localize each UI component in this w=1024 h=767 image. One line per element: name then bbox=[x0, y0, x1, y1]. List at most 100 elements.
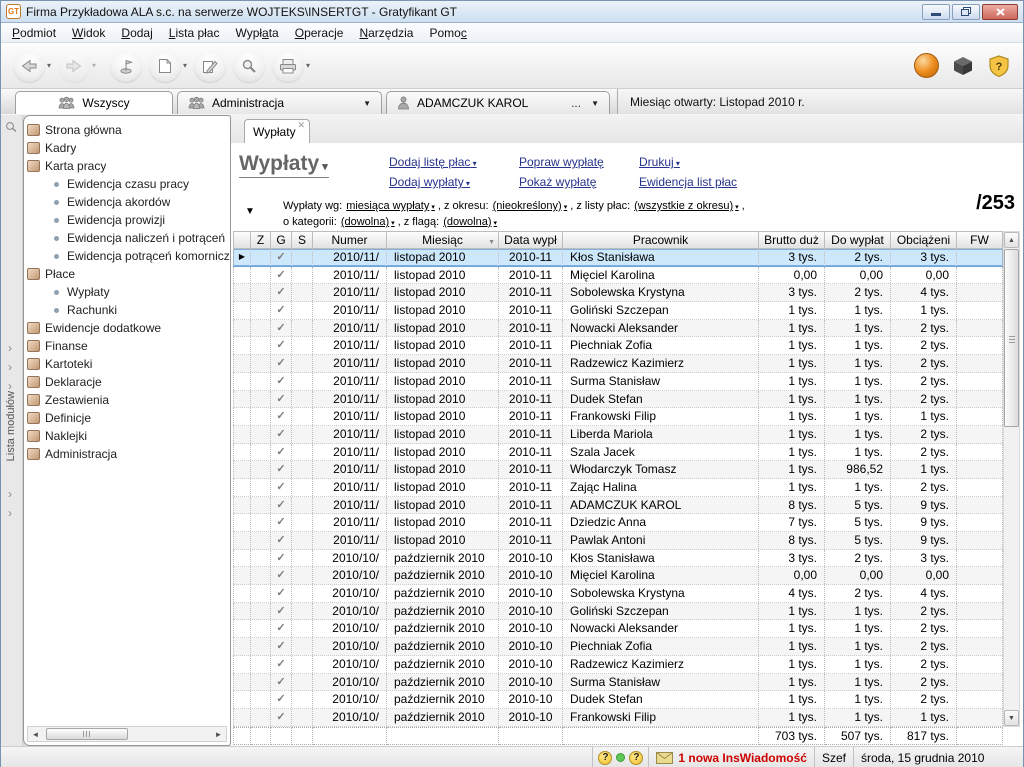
dropdown-caret-icon[interactable]: ▾ bbox=[92, 61, 96, 70]
restore-button[interactable] bbox=[952, 4, 980, 20]
help-question-icon[interactable]: ? bbox=[629, 751, 643, 765]
close-button[interactable] bbox=[982, 4, 1018, 20]
table-row[interactable]: ✓2010/11/listopad 20102010-11Dziedzic An… bbox=[233, 514, 1003, 532]
scrollbar-thumb[interactable] bbox=[46, 728, 128, 740]
table-row[interactable]: ✓2010/11/listopad 20102010-11Goliński Sz… bbox=[233, 302, 1003, 320]
nav-forward-button[interactable]: ▾ bbox=[58, 50, 96, 82]
help-question-icon[interactable]: ? bbox=[598, 751, 612, 765]
close-tab-icon[interactable]: ✕ bbox=[297, 121, 305, 130]
module-item-administracja[interactable]: Administracja bbox=[24, 445, 230, 463]
column-header-pracownik[interactable]: Pracownik bbox=[563, 231, 759, 249]
table-row[interactable]: ✓2010/10/październik 20102010-10Surma St… bbox=[233, 674, 1003, 692]
module-item-strona-główna[interactable]: Strona główna bbox=[24, 121, 230, 139]
column-header-z[interactable]: Z bbox=[251, 231, 271, 249]
minimize-button[interactable] bbox=[922, 4, 950, 20]
cube-icon[interactable] bbox=[951, 54, 975, 78]
column-header-numer[interactable]: Numer bbox=[313, 231, 387, 249]
table-row[interactable]: ✓2010/10/październik 20102010-10Nowacki … bbox=[233, 620, 1003, 638]
page-title[interactable]: Wypłaty ▾ bbox=[239, 152, 329, 178]
message-segment[interactable]: 1 nowa InsWiadomość bbox=[648, 747, 814, 767]
menu-item-dodaj[interactable]: Dodaj bbox=[113, 26, 160, 40]
column-header-miesiac[interactable]: Miesiąc▼ bbox=[387, 231, 499, 249]
table-row[interactable]: ✓2010/10/październik 20102010-10Kłos Sta… bbox=[233, 550, 1003, 568]
view-tab-administracja[interactable]: Administracja▼ bbox=[177, 91, 382, 114]
scroll-right-button[interactable]: ► bbox=[211, 730, 226, 739]
table-row[interactable]: ✓2010/11/listopad 20102010-11Pawlak Anto… bbox=[233, 532, 1003, 550]
column-header-brutto[interactable]: Brutto duż bbox=[759, 231, 825, 249]
module-item-deklaracje[interactable]: Deklaracje bbox=[24, 373, 230, 391]
menu-item-pomoc[interactable]: Pomoc bbox=[421, 26, 474, 40]
dropdown-caret-icon[interactable]: ▾ bbox=[183, 61, 187, 70]
chevron-right-icon[interactable]: › bbox=[8, 341, 12, 355]
module-subitem-ewidencja-czasu-pracy[interactable]: Ewidencja czasu pracy bbox=[24, 175, 230, 193]
action-link-dodaj-wypłaty[interactable]: Dodaj wypłaty ▾ bbox=[389, 175, 501, 189]
module-panel-hscrollbar[interactable]: ◄ ► bbox=[27, 726, 227, 742]
table-row[interactable]: ✓2010/11/listopad 20102010-11Liberda Mar… bbox=[233, 426, 1003, 444]
table-row[interactable]: ✓2010/11/listopad 20102010-11Włodarczyk … bbox=[233, 461, 1003, 479]
filter-link-dowolna[interactable]: (dowolna)▾ bbox=[341, 216, 395, 228]
edit-button[interactable] bbox=[194, 50, 226, 82]
table-row[interactable]: ✓2010/11/listopad 20102010-11Mięciel Kar… bbox=[233, 267, 1003, 285]
table-row[interactable]: ✓2010/11/listopad 20102010-11Radzewicz K… bbox=[233, 355, 1003, 373]
scrollbar-thumb[interactable] bbox=[1004, 249, 1019, 427]
shield-help-icon[interactable]: ? bbox=[987, 54, 1011, 78]
filter-link-miesiąca-wypłaty[interactable]: miesiąca wypłaty▾ bbox=[346, 200, 435, 212]
action-link-ewidencja-list-płac[interactable]: Ewidencja list płac bbox=[639, 175, 737, 189]
module-item-zestawienia[interactable]: Zestawienia bbox=[24, 391, 230, 409]
module-subitem-ewidencja-prowizji[interactable]: Ewidencja prowizji bbox=[24, 211, 230, 229]
menu-item-operacje[interactable]: Operacje bbox=[287, 26, 352, 40]
scroll-down-button[interactable]: ▼ bbox=[1004, 710, 1019, 726]
view-tab-wszyscy[interactable]: Wszyscy bbox=[15, 91, 173, 114]
module-subitem-wypłaty[interactable]: Wypłaty bbox=[24, 283, 230, 301]
table-row[interactable]: ✓2010/11/listopad 20102010-11Zając Halin… bbox=[233, 479, 1003, 497]
new-message-text[interactable]: 1 nowa InsWiadomość bbox=[678, 751, 807, 765]
filter-link-nieokreślony[interactable]: (nieokreślony)▾ bbox=[493, 200, 568, 212]
table-row[interactable]: ✓2010/10/październik 20102010-10Frankows… bbox=[233, 709, 1003, 727]
action-link-drukuj[interactable]: Drukuj ▾ bbox=[639, 155, 737, 169]
table-row[interactable]: ▶✓2010/11/listopad 20102010-11Kłos Stani… bbox=[233, 249, 1003, 267]
menu-item-wypłata[interactable]: Wypłata bbox=[227, 26, 286, 40]
filter-collapse-icon[interactable]: ▼ bbox=[245, 206, 255, 217]
new-document-button[interactable]: ▾ bbox=[149, 50, 187, 82]
module-item-płace[interactable]: Płace bbox=[24, 265, 230, 283]
view-tab-adamczuk-karol[interactable]: ADAMCZUK KAROL...▼ bbox=[386, 91, 610, 114]
module-item-naklejki[interactable]: Naklejki bbox=[24, 427, 230, 445]
column-header-s[interactable]: S bbox=[292, 231, 313, 249]
globe-icon[interactable] bbox=[914, 53, 939, 78]
module-item-kadry[interactable]: Kadry bbox=[24, 139, 230, 157]
table-row[interactable]: ✓2010/11/listopad 20102010-11Szala Jacek… bbox=[233, 444, 1003, 462]
module-item-finanse[interactable]: Finanse bbox=[24, 337, 230, 355]
module-item-ewidencje-dodatkowe[interactable]: Ewidencje dodatkowe bbox=[24, 319, 230, 337]
dropdown-caret-icon[interactable]: ▾ bbox=[306, 61, 310, 70]
module-item-definicje[interactable]: Definicje bbox=[24, 409, 230, 427]
filter-link-wszystkie-z-okresu[interactable]: (wszystkie z okresu)▾ bbox=[634, 200, 739, 212]
table-row[interactable]: ✓2010/11/listopad 20102010-11Nowacki Ale… bbox=[233, 320, 1003, 338]
column-header-data_wyplaty[interactable]: Data wypł bbox=[499, 231, 563, 249]
table-row[interactable]: ✓2010/11/listopad 20102010-11Dudek Stefa… bbox=[233, 391, 1003, 409]
column-header-sel[interactable] bbox=[233, 231, 251, 249]
table-row[interactable]: ✓2010/11/listopad 20102010-11Piechniak Z… bbox=[233, 337, 1003, 355]
menu-item-podmiot[interactable]: Podmiot bbox=[4, 26, 64, 40]
flag-button[interactable] bbox=[110, 50, 142, 82]
magnifier-button[interactable] bbox=[233, 50, 265, 82]
scroll-up-button[interactable]: ▲ bbox=[1004, 232, 1019, 248]
module-subitem-ewidencja-potrąceń-komorniczych[interactable]: Ewidencja potrąceń komorniczych bbox=[24, 247, 230, 265]
menu-item-lista-płac[interactable]: Lista płac bbox=[161, 26, 228, 40]
module-item-kartoteki[interactable]: Kartoteki bbox=[24, 355, 230, 373]
module-subitem-ewidencja-naliczeń-i-potrąceń[interactable]: Ewidencja naliczeń i potrąceń bbox=[24, 229, 230, 247]
table-row[interactable]: ✓2010/10/październik 20102010-10Radzewic… bbox=[233, 656, 1003, 674]
table-header[interactable]: ZGSNumerMiesiąc▼Data wypłPracownikBrutto… bbox=[233, 231, 1003, 249]
table-row[interactable]: ✓2010/11/listopad 20102010-11Sobolewska … bbox=[233, 284, 1003, 302]
dropdown-caret-icon[interactable]: ▾ bbox=[47, 61, 51, 70]
scroll-left-button[interactable]: ◄ bbox=[28, 730, 43, 739]
menu-item-narzędzia[interactable]: Narzędzia bbox=[351, 26, 421, 40]
dropdown-caret-icon[interactable]: ▼ bbox=[591, 99, 599, 108]
table-row[interactable]: ✓2010/10/październik 20102010-10Piechnia… bbox=[233, 638, 1003, 656]
user-segment[interactable]: Szef bbox=[814, 747, 853, 767]
table-row[interactable]: ✓2010/10/październik 20102010-10Goliński… bbox=[233, 603, 1003, 621]
column-header-obciazenia[interactable]: Obciążeni bbox=[891, 231, 957, 249]
tab-wyplaty[interactable]: Wypłaty ✕ bbox=[244, 119, 310, 143]
table-row[interactable]: ✓2010/11/listopad 20102010-11Frankowski … bbox=[233, 408, 1003, 426]
module-item-karta-pracy[interactable]: Karta pracy bbox=[24, 157, 230, 175]
filter-link-dowolna[interactable]: (dowolna)▾ bbox=[443, 216, 497, 228]
